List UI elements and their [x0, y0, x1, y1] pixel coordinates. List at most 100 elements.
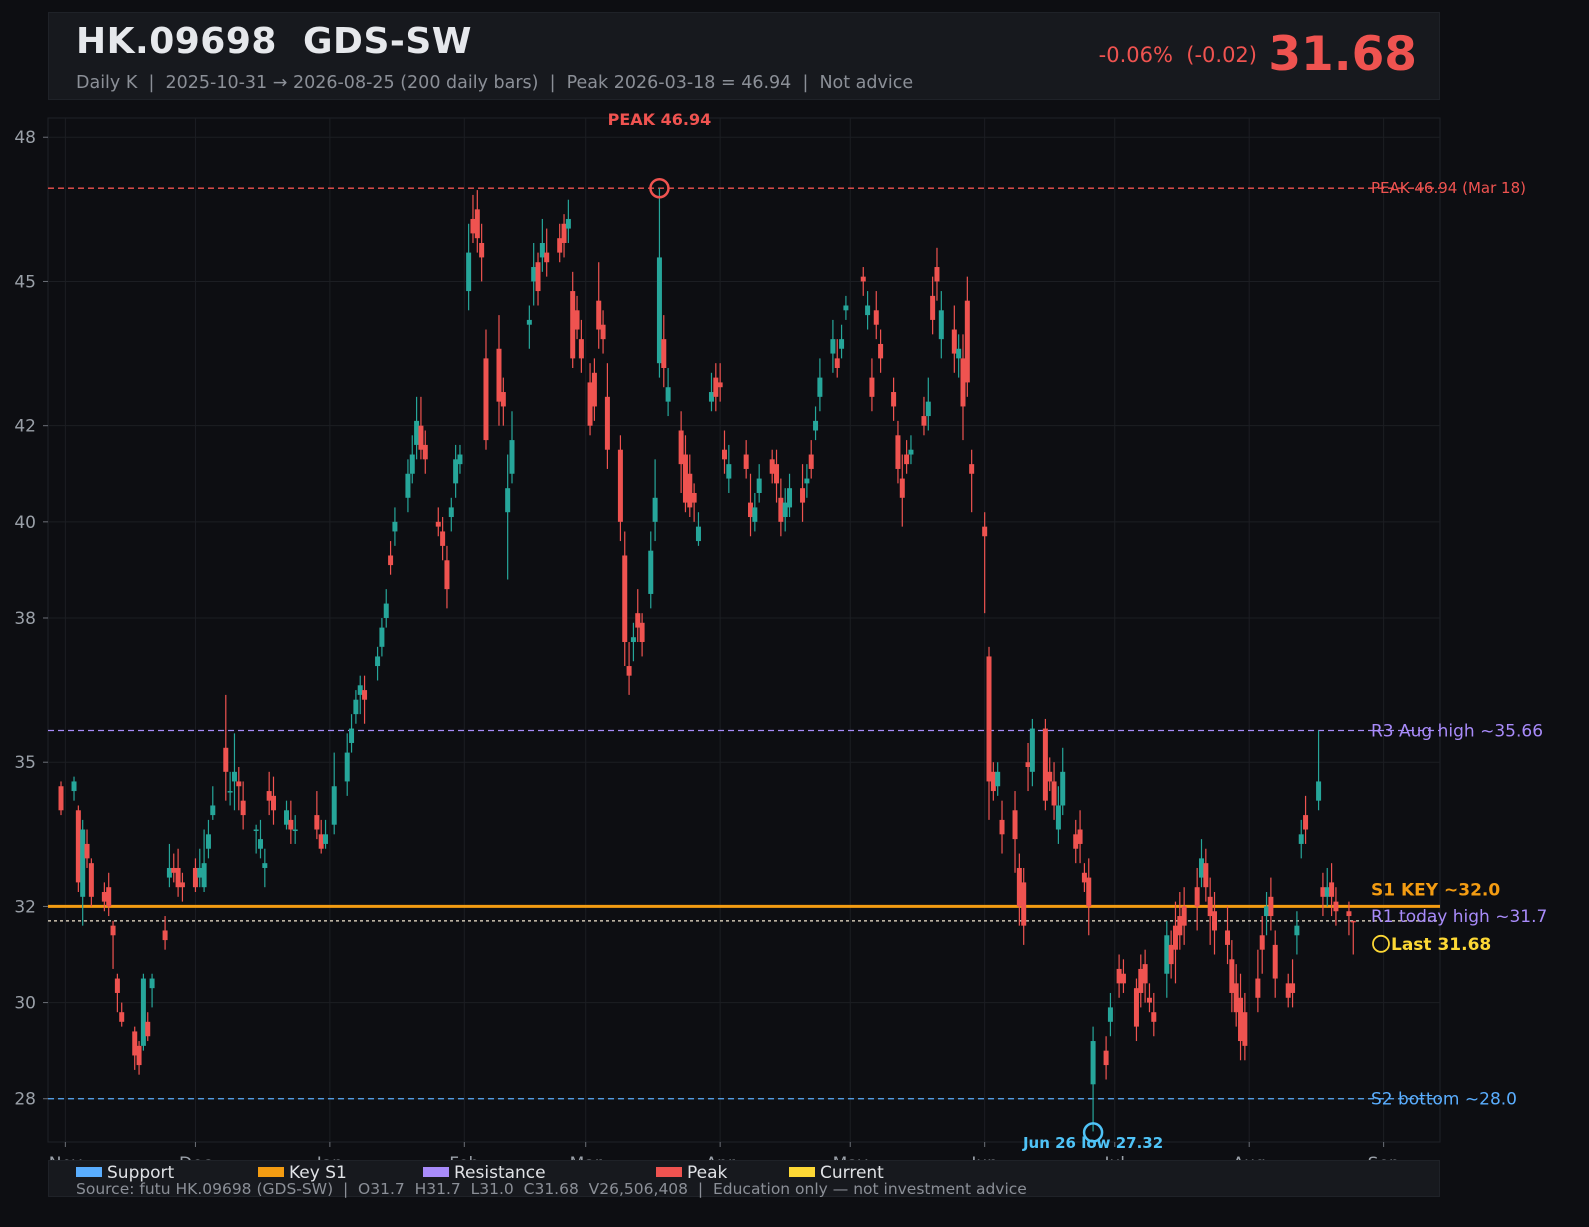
candle-body [526, 319, 532, 325]
candle-body [179, 882, 185, 888]
candle-body [834, 358, 840, 368]
legend-swatch [76, 1167, 102, 1177]
level-label-r1: R1 today high ~31.7 [1371, 907, 1547, 927]
candle-body [210, 805, 216, 816]
candle-body [925, 401, 931, 417]
candle-body [1298, 834, 1304, 844]
candle-body [843, 305, 849, 311]
candle-body [539, 242, 545, 258]
candle-body [596, 300, 602, 330]
candle-body [106, 887, 112, 907]
candle-body [587, 382, 593, 426]
candle-body [444, 560, 450, 590]
y-tick-label: 40 [14, 513, 36, 533]
candle-body [1329, 882, 1335, 897]
candle-body [630, 637, 636, 643]
legend-bar: Support Key S1 Resistance Peak Current Sourc… [48, 1160, 1440, 1198]
candle-body [999, 819, 1005, 835]
candle-body [752, 507, 758, 522]
candle-body [995, 771, 1001, 787]
candle-body [982, 526, 988, 537]
y-tick-label: 28 [14, 1090, 36, 1110]
level-label-r3: R3 Aug high ~35.66 [1371, 721, 1543, 741]
candle-body [691, 492, 697, 503]
candle-body [1077, 829, 1083, 844]
candle-body [1320, 887, 1326, 897]
candle-body [656, 257, 662, 364]
candle-body [1264, 906, 1270, 917]
low-label: Jun 26 low 27.32 [1022, 1134, 1163, 1152]
candle-body [1133, 988, 1139, 1027]
candle-body [878, 343, 884, 359]
legend-swatch [656, 1167, 682, 1177]
candle-body [435, 521, 441, 527]
candle-body [101, 892, 107, 902]
candle-body [483, 358, 489, 441]
candle-body [960, 358, 966, 407]
candle-body [817, 377, 823, 397]
y-tick-label: 42 [14, 417, 36, 437]
candle-body [1021, 882, 1027, 926]
candle-body [873, 310, 879, 325]
y-tick-label: 48 [14, 128, 36, 148]
candle-body [405, 473, 411, 498]
candle-body [622, 555, 628, 643]
candle-body [604, 396, 610, 450]
candle-body [453, 459, 459, 484]
candle-body [1047, 771, 1053, 782]
candle-body [648, 550, 654, 594]
candle-body [682, 454, 688, 503]
candle-body [778, 497, 784, 522]
candle-body [262, 863, 268, 868]
candle-body [227, 791, 233, 793]
candle-body [1346, 911, 1352, 917]
candle-body [344, 752, 350, 782]
candle-body [1177, 916, 1183, 936]
candle-body [774, 464, 780, 484]
candle-body [869, 377, 875, 397]
candle-body [414, 420, 420, 445]
candle-body [921, 416, 927, 426]
candle-body [938, 310, 944, 340]
candle-body [1333, 901, 1339, 912]
candle-body [1055, 805, 1061, 830]
candle-body [865, 305, 871, 316]
candle-body [349, 728, 355, 743]
candle-body [1151, 1012, 1157, 1022]
candle-body [726, 464, 732, 479]
candle-body [713, 377, 719, 397]
candle-body [383, 603, 389, 618]
candle-body [288, 819, 294, 830]
candle-body [1107, 1007, 1113, 1022]
candle-body [570, 291, 576, 359]
candle-body [1194, 887, 1200, 907]
candlestick-chart: 283032353840424548NovDecJanFebMarAprMayJ… [14, 110, 1547, 1174]
candle-body [162, 930, 168, 941]
candle-body [80, 829, 86, 897]
candle-body [678, 430, 684, 465]
legend-swatch [789, 1167, 815, 1177]
candle-body [392, 521, 398, 532]
candle-body [661, 339, 667, 368]
candle-body [71, 781, 77, 792]
candle-body [422, 444, 428, 460]
candle-body [314, 815, 320, 830]
candle-body [1016, 867, 1022, 907]
legend-swatch [258, 1167, 284, 1177]
peak-label: PEAK 46.94 [608, 110, 712, 129]
candle-body [257, 839, 263, 849]
candle-body [695, 526, 701, 542]
candle-body [956, 348, 962, 359]
candle-body [270, 795, 276, 811]
candle-body [1181, 906, 1187, 926]
last-label: Last 31.68 [1391, 935, 1491, 955]
candle-body [375, 656, 381, 667]
level-label-s1: S1 KEY ~32.0 [1371, 880, 1500, 900]
candle-body [986, 656, 992, 782]
candle-body [544, 252, 550, 263]
candle-body [1242, 1012, 1248, 1046]
candle-body [639, 622, 645, 643]
candle-body [1238, 997, 1244, 1042]
candle-body [223, 747, 229, 772]
candle-body [1029, 728, 1035, 772]
